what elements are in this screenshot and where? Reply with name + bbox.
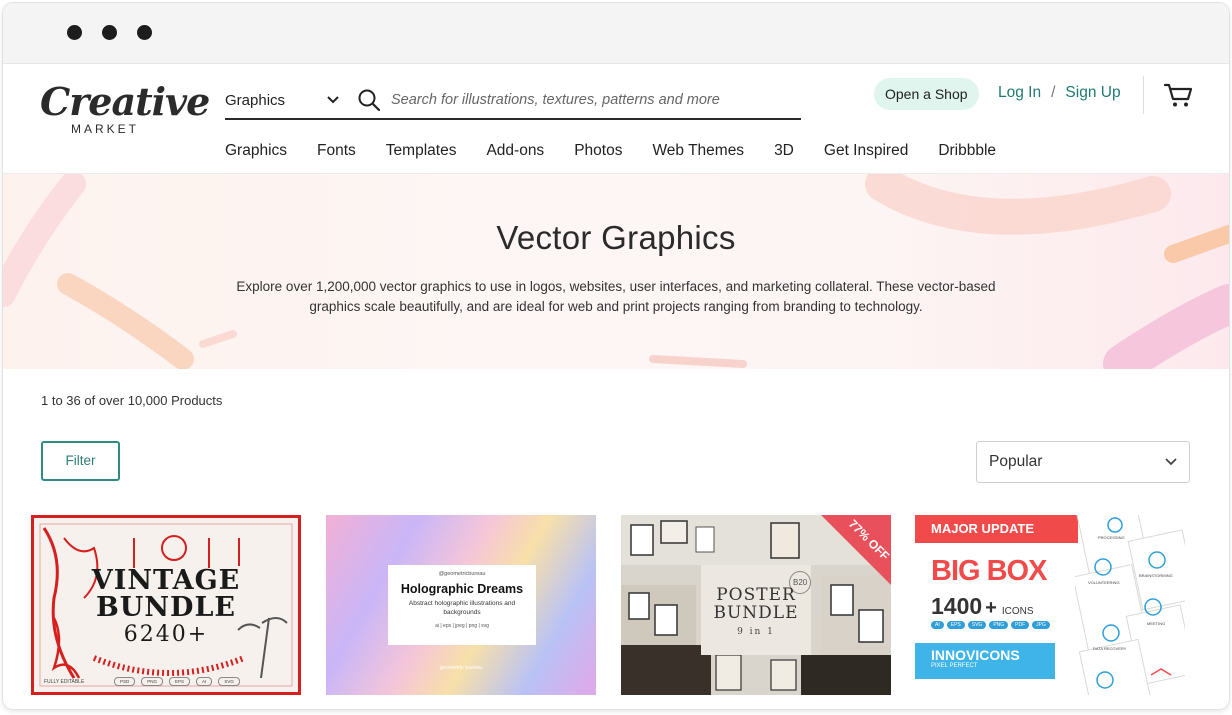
format-badge: AI [931, 621, 944, 629]
card-title-line-3: 6240+ [123, 622, 209, 647]
card-count-plus: + [985, 597, 997, 619]
card-brand-name: INNOVICONS [931, 647, 1020, 663]
icon-label: VOLUNTEERING [1088, 580, 1120, 585]
window-control-dot[interactable] [102, 25, 117, 40]
card-title-line-2: BUNDLE [713, 603, 799, 623]
card-subtitle: Abstract holographic illustrations and b… [408, 600, 516, 616]
category-select-label: Graphics [225, 91, 286, 109]
cart-icon[interactable] [1163, 80, 1193, 110]
card-brand-sub: PIXEL PERFECT [931, 663, 978, 669]
logo-subtitle: MARKET [70, 122, 139, 136]
format-badge: PSD [114, 677, 136, 686]
logo-wordmark: Creative [40, 79, 210, 124]
icon-label: DATA RECOVERY [1093, 646, 1127, 651]
card-title: BIG BOX [931, 555, 1047, 587]
card-brand: INNOVICONS PIXEL PERFECT [915, 643, 1055, 679]
divider [1143, 76, 1144, 114]
page-description: Explore over 1,200,000 vector graphics t… [3, 277, 1229, 317]
nav-item-fonts[interactable]: Fonts [317, 142, 356, 160]
card-tag: FULLY EDITABLE [44, 679, 85, 685]
description-line-2: graphics scale beautifully, and are idea… [309, 299, 923, 314]
search-icon[interactable] [357, 88, 381, 112]
format-badge: EPS [946, 621, 965, 629]
card-formats: PSD PNG EPS AI SVG [114, 677, 240, 686]
product-card-big-box[interactable]: MAJOR UPDATE BIG BOX 1400 + ICONS AI EPS… [915, 515, 1185, 695]
card-footer: geometric bureau [439, 665, 483, 671]
search-bar: Graphics [225, 82, 801, 120]
browser-window: Creative MARKET Graphics Open a Shop Log… [3, 3, 1229, 709]
hero-decoration [3, 174, 1229, 369]
card-title-line-3: 9 in 1 [737, 627, 775, 637]
format-badge: PDF [1011, 621, 1030, 629]
result-count: 1 to 36 of over 10,000 Products [41, 393, 223, 408]
sort-select-label: Popular [989, 453, 1043, 470]
card-count-number: 1400 [931, 593, 983, 619]
login-link[interactable]: Log In [998, 84, 1041, 102]
nav-item-3d[interactable]: 3D [774, 142, 794, 160]
chevron-down-icon [1165, 458, 1177, 466]
icon-label: PROCESSING [1098, 535, 1125, 540]
filter-button[interactable]: Filter [41, 441, 120, 481]
window-control-dot[interactable] [137, 25, 152, 40]
icon-label: BRAINSTORMING [1139, 573, 1173, 578]
card-panel: @geometricbureau Holographic Dreams Abst… [388, 565, 536, 645]
signup-link[interactable]: Sign Up [1065, 84, 1120, 102]
card-title-line-1: POSTER [716, 585, 796, 605]
window-control-dot[interactable] [67, 25, 82, 40]
format-badge: PNG [989, 621, 1009, 629]
hero-banner: Vector Graphics Explore over 1,200,000 v… [3, 174, 1229, 369]
icon-label: MEETING [1147, 621, 1166, 626]
open-shop-button[interactable]: Open a Shop [874, 78, 979, 110]
category-nav: Graphics Fonts Templates Add-ons Photos … [225, 142, 1026, 160]
product-card-poster-bundle[interactable]: 77% OFF B20 POSTER BUNDLE 9 in 1 [621, 515, 891, 695]
card-formats: AI EPS SVG PNG PDF JPG [931, 621, 1050, 629]
nav-item-templates[interactable]: Templates [386, 142, 457, 160]
sort-select[interactable]: Popular [976, 441, 1190, 483]
page-title: Vector Graphics [496, 219, 736, 256]
card-count: 1400 + ICONS [931, 593, 1034, 620]
nav-item-graphics[interactable]: Graphics [225, 142, 287, 160]
product-card-vintage-bundle[interactable]: VINTAGE BUNDLE 6240+ FULLY EDITABLE PSD … [31, 515, 301, 695]
card-banner: MAJOR UPDATE [915, 515, 1078, 543]
nav-item-dribbble[interactable]: Dribbble [938, 142, 996, 160]
format-badge: SVG [967, 621, 987, 629]
format-badge: PNG [141, 677, 164, 686]
logo[interactable]: Creative MARKET [40, 79, 210, 137]
format-badge: EPS [169, 677, 191, 686]
nav-item-add-ons[interactable]: Add-ons [486, 142, 544, 160]
auth-separator: / [1051, 84, 1056, 101]
product-card-holographic-dreams[interactable]: @geometricbureau Holographic Dreams Abst… [326, 515, 596, 695]
card-formats: ai | eps | jpeg | png | svg [435, 623, 489, 629]
search-input[interactable] [391, 92, 791, 108]
title-bar [3, 3, 1229, 64]
category-select[interactable]: Graphics [225, 92, 345, 109]
description-line-1: Explore over 1,200,000 vector graphics t… [236, 279, 996, 294]
card-handle: @geometricbureau [438, 571, 486, 577]
nav-item-photos[interactable]: Photos [574, 142, 622, 160]
card-title-line-2: BUNDLE [95, 592, 237, 623]
nav-item-web-themes[interactable]: Web Themes [652, 142, 744, 160]
format-badge: JPG [1032, 621, 1050, 629]
chevron-down-icon [327, 96, 339, 104]
card-count-label: ICONS [1001, 606, 1034, 617]
auth-links: Log In / Sign Up [998, 84, 1121, 102]
nav-item-get-inspired[interactable]: Get Inspired [824, 142, 908, 160]
format-badge: SVG [218, 677, 240, 686]
format-badge: AI [196, 677, 213, 686]
icon-sheets-illustration [1075, 515, 1185, 695]
site-header: Creative MARKET Graphics Open a Shop Log… [3, 64, 1229, 174]
card-title: Holographic Dreams [400, 582, 524, 596]
